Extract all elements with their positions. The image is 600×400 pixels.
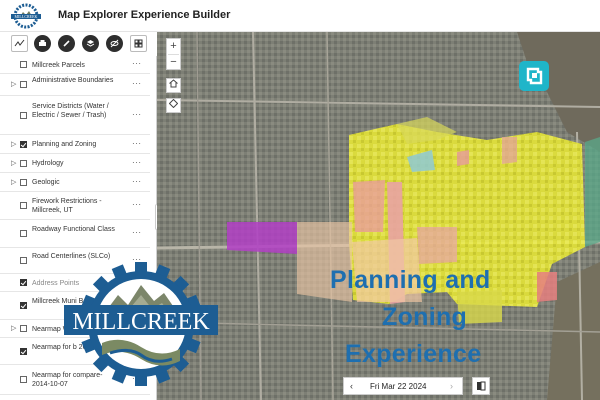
- layer-item[interactable]: ▷ Planning and Zoning ···: [0, 135, 150, 154]
- layer-options-button[interactable]: ···: [132, 200, 142, 209]
- overlay-title-line-3: Experience: [345, 340, 482, 368]
- layer-label: Geologic: [32, 179, 60, 186]
- app-title: Map Explorer Experience Builder: [58, 9, 231, 21]
- compare-button[interactable]: [472, 377, 490, 395]
- layer-options-button[interactable]: ···: [132, 177, 142, 186]
- compare-icon: [477, 381, 486, 391]
- layers-icon[interactable]: [82, 35, 99, 52]
- draw-icon[interactable]: [58, 35, 75, 52]
- layer-item[interactable]: Roadway Functional Class ···: [0, 220, 150, 248]
- visibility-icon[interactable]: [106, 35, 123, 52]
- millcreek-logo[interactable]: MILLCREEK: [6, 3, 46, 29]
- home-icon: [168, 79, 179, 88]
- layer-options-button[interactable]: ···: [132, 110, 142, 119]
- layer-visibility-checkbox[interactable]: [20, 202, 27, 209]
- layer-visibility-checkbox[interactable]: [20, 348, 27, 355]
- layer-visibility-checkbox[interactable]: [20, 112, 27, 119]
- layer-visibility-checkbox[interactable]: [20, 325, 27, 332]
- expand-caret-icon[interactable]: ▷: [11, 140, 16, 148]
- print-icon[interactable]: [34, 35, 51, 52]
- layer-visibility-checkbox[interactable]: [20, 179, 27, 186]
- zoom-in-button[interactable]: +: [167, 39, 180, 54]
- next-date-button[interactable]: ›: [450, 381, 453, 391]
- zoning-mixed-use[interactable]: [227, 222, 297, 254]
- expand-caret-icon[interactable]: ▷: [11, 324, 16, 332]
- date-label[interactable]: Fri Mar 22 2024: [370, 382, 426, 391]
- brand-icon: [519, 61, 549, 91]
- svg-text:MILLCREEK: MILLCREEK: [15, 14, 38, 19]
- layer-visibility-checkbox[interactable]: [20, 141, 27, 148]
- overlay-title-line-2: Zoning: [382, 303, 468, 331]
- layer-visibility-checkbox[interactable]: [20, 160, 27, 167]
- layer-options-button[interactable]: ···: [132, 79, 142, 88]
- layer-item[interactable]: ▷ Geologic ···: [0, 173, 150, 192]
- expand-caret-icon[interactable]: ▷: [11, 159, 16, 167]
- layer-item[interactable]: Millcreek Parcels ···: [0, 56, 150, 74]
- app-header: MILLCREEK Map Explorer Experience Builde…: [0, 0, 600, 32]
- expand-caret-icon[interactable]: ▷: [11, 178, 16, 186]
- layer-visibility-checkbox[interactable]: [20, 230, 27, 237]
- layer-visibility-checkbox[interactable]: [20, 376, 27, 383]
- layer-label: Service Districts (Water / Electric / Se…: [32, 103, 109, 119]
- layer-visibility-checkbox[interactable]: [20, 302, 27, 309]
- layer-visibility-checkbox[interactable]: [20, 257, 27, 264]
- layer-options-button[interactable]: ···: [132, 139, 142, 148]
- layer-visibility-checkbox[interactable]: [20, 61, 27, 68]
- layer-item[interactable]: ▷ Administrative Boundaries ···: [0, 74, 150, 96]
- overlay-title-line-1: Planning and: [330, 266, 491, 294]
- badge-text: MILLCREEK: [72, 309, 210, 335]
- home-button[interactable]: [166, 78, 181, 93]
- layer-options-button[interactable]: ···: [132, 59, 142, 68]
- layer-item[interactable]: Firework Restrictions - Millcreek, UT ···: [0, 192, 150, 220]
- layer-label: Planning and Zoning: [32, 141, 97, 148]
- layer-visibility-checkbox[interactable]: [20, 279, 27, 286]
- previous-date-button[interactable]: ‹: [350, 381, 353, 391]
- layer-item[interactable]: Service Districts (Water / Electric / Se…: [0, 96, 150, 135]
- millcreek-badge: MILLCREEK: [64, 262, 218, 386]
- date-selector: ‹ Fri Mar 22 2024 ›: [343, 377, 463, 395]
- layer-label: Roadway Functional Class: [32, 226, 115, 233]
- layer-options-button[interactable]: ···: [132, 228, 142, 237]
- layer-label: Firework Restrictions - Millcreek, UT: [32, 198, 102, 214]
- zoom-control: + −: [166, 38, 181, 70]
- locate-button[interactable]: [166, 98, 181, 113]
- layer-options-button[interactable]: ···: [132, 158, 142, 167]
- chart-icon[interactable]: [11, 35, 28, 52]
- widget-toolbar: [0, 32, 157, 56]
- layer-item[interactable]: ▷ Hydrology ···: [0, 154, 150, 173]
- layer-label: Millcreek Parcels: [32, 62, 85, 69]
- grid-icon[interactable]: [130, 35, 147, 52]
- locate-icon: [168, 98, 179, 109]
- zoom-out-button[interactable]: −: [167, 55, 180, 70]
- layer-label: Administrative Boundaries: [32, 77, 114, 84]
- layer-visibility-checkbox[interactable]: [20, 81, 27, 88]
- expand-caret-icon[interactable]: ▷: [11, 80, 16, 88]
- layer-label: Hydrology: [32, 160, 64, 167]
